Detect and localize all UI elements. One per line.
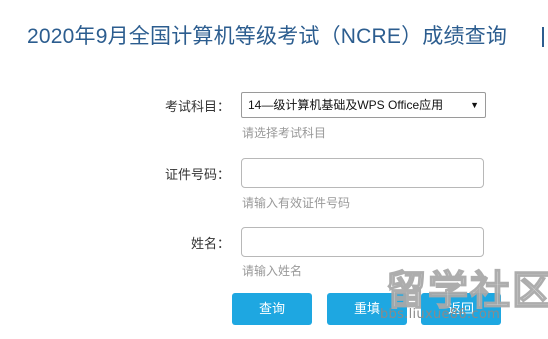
- subject-label: 考试科目：: [164, 99, 230, 114]
- title-edge-mark: [542, 27, 544, 47]
- id-number-label: 证件号码：: [164, 167, 230, 182]
- score-query-page: 2020年9月全国计算机等级考试（NCRE）成绩查询 考试科目： 14—级计算机…: [0, 0, 548, 339]
- site-watermark: 留学社区 bbs.liuxue86.com: [378, 258, 548, 330]
- name-label: 姓名：: [190, 236, 230, 251]
- name-hint: 请输入姓名: [242, 264, 303, 278]
- page-title: 2020年9月全国计算机等级考试（NCRE）成绩查询: [27, 25, 508, 48]
- id-number-input[interactable]: [241, 158, 484, 188]
- query-button[interactable]: 查询: [232, 293, 312, 325]
- name-input[interactable]: [241, 227, 484, 257]
- subject-selected-value: 14—级计算机基础及WPS Office应用: [248, 98, 444, 112]
- watermark-url: bbs.liuxue86.com: [380, 307, 501, 322]
- subject-hint: 请选择考试科目: [242, 126, 327, 140]
- id-number-hint: 请输入有效证件号码: [242, 196, 351, 210]
- subject-select[interactable]: 14—级计算机基础及WPS Office应用 ▼: [241, 92, 486, 118]
- dropdown-arrow-icon: ▼: [470, 100, 479, 110]
